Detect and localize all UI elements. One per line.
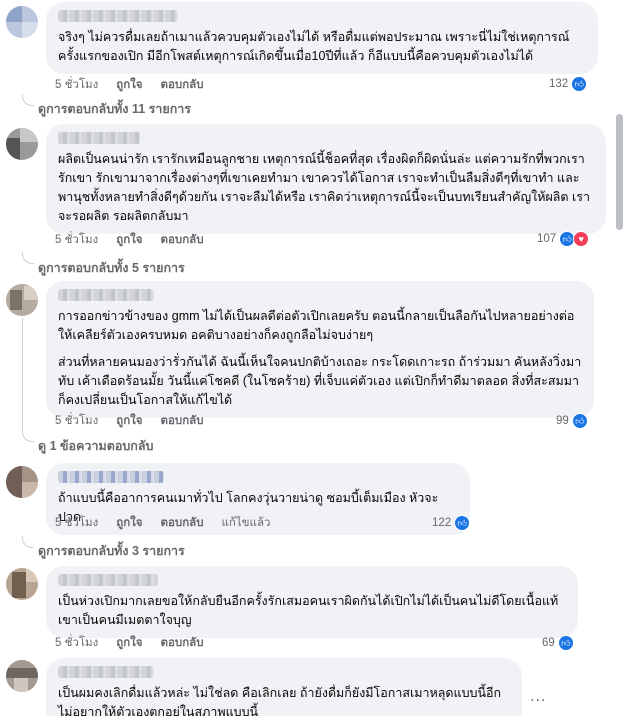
comment-text: จริงๆ ไม่ควรดื่มเลยถ้าเมาแล้วควบคุมตัวเอ… [58,30,570,63]
comment-text: ผลิตเป็นคนน่ารัก เรารักเหมือนลูกชาย เหตุ… [58,152,591,223]
thumbs-up-icon: 👍︎ [557,635,574,651]
avatar[interactable] [6,128,38,160]
view-replies-link[interactable]: ดูการตอบกลับทั้ง 3 รายการ [38,541,185,561]
reaction-count: 69 [542,637,555,649]
author-name[interactable] [58,10,178,22]
reaction-summary[interactable]: 132 👍︎ [549,76,588,92]
more-options-button[interactable]: ... [530,688,546,706]
avatar[interactable] [6,568,38,600]
like-button[interactable]: ถูกใจ [116,634,142,652]
edited-label: แก้ไขแล้ว [221,517,271,529]
comment-text: ส่วนที่หลายคนมองว่ารั่วกันได้ ฉันนี้เห็น… [58,355,582,407]
author-name[interactable] [58,289,154,301]
thumbs-up-icon: 👍︎ [454,515,471,531]
scrollbar[interactable] [616,114,623,230]
avatar[interactable] [6,6,38,38]
replies-label: ดูการตอบกลับทั้ง 5 รายการ [38,261,185,275]
comment-text: เป็นห่วงเปิกมากเลยขอให้กลับยืนอีกครั้งรั… [58,594,559,627]
comment-bubble: ผลิตเป็นคนน่ารัก เรารักเหมือนลูกชาย เหตุ… [46,124,606,234]
timestamp[interactable]: 5 ชั่วโมง [55,412,98,430]
reaction-summary[interactable]: 122 👍︎ [432,515,471,531]
thumbs-up-icon: 👍︎ [571,413,588,429]
author-name[interactable] [58,574,158,586]
reply-button[interactable]: ตอบกลับ [161,231,204,249]
avatar[interactable] [6,466,38,498]
reply-button[interactable]: ตอบกลับ [161,76,204,94]
thread-connector [22,94,34,106]
like-button[interactable]: ถูกใจ [116,412,142,430]
comment-actions: 5 ชั่วโมง ถูกใจ ตอบกลับ [55,77,222,93]
replies-label: ดูการตอบกลับทั้ง 3 รายการ [38,544,185,558]
timestamp[interactable]: 5 ชั่วโมง [55,76,98,94]
replies-label: ดูการตอบกลับทั้ง 11 รายการ [38,102,192,116]
timestamp[interactable]: 5 ชั่วโมง [55,231,98,249]
thread-connector [22,252,34,264]
author-name[interactable] [58,471,164,483]
thread-connector [22,536,34,548]
replies-label: ดู 1 ข้อความตอบกลับ [38,439,154,453]
avatar[interactable] [6,284,38,316]
reaction-summary[interactable]: 69 👍︎ [542,635,574,651]
view-replies-link[interactable]: ดู 1 ข้อความตอบกลับ [38,436,153,456]
reaction-count: 132 [549,78,569,90]
like-button[interactable]: ถูกใจ [116,76,142,94]
comment-text: การออกข่าวข้างของ gmm ไม่ได้เป็นผลดีต่อต… [58,309,575,342]
reaction-count: 107 [537,233,557,245]
reaction-summary[interactable]: 107 👍︎ ♥ [537,231,590,247]
like-button[interactable]: ถูกใจ [116,231,142,249]
like-button[interactable]: ถูกใจ [116,514,142,532]
author-name[interactable] [58,666,154,678]
reaction-summary[interactable]: 99 👍︎ [556,413,588,429]
reaction-count: 122 [432,517,452,529]
comment-actions: 5 ชั่วโมง ถูกใจ ตอบกลับ แก้ไขแล้ว [55,515,288,531]
comment-bubble: เป็นห่วงเปิกมากเลยขอให้กลับยืนอีกครั้งรั… [46,566,578,638]
reply-button[interactable]: ตอบกลับ [161,514,204,532]
heart-icon: ♥ [573,231,590,247]
timestamp[interactable]: 5 ชั่วโมง [55,514,98,532]
avatar[interactable] [6,660,38,692]
comment-text: เป็นผมคงเลิกดื่มแล้วหล่ะ ไม่ใช่ลด คือเลิ… [58,686,502,716]
comment-bubble: การออกข่าวข้างของ gmm ไม่ได้เป็นผลดีต่อต… [46,281,594,418]
reaction-count: 99 [556,415,569,427]
view-replies-link[interactable]: ดูการตอบกลับทั้ง 5 รายการ [38,258,185,278]
comment-actions: 5 ชั่วโมง ถูกใจ ตอบกลับ [55,635,222,651]
thread-line [22,318,23,430]
author-name[interactable] [58,132,140,144]
thumbs-up-icon: 👍︎ [571,76,588,92]
view-replies-link[interactable]: ดูการตอบกลับทั้ง 11 รายการ [38,99,191,119]
comment-actions: 5 ชั่วโมง ถูกใจ ตอบกลับ [55,232,222,248]
comment-actions: 5 ชั่วโมง ถูกใจ ตอบกลับ [55,413,222,429]
timestamp[interactable]: 5 ชั่วโมง [55,634,98,652]
reply-button[interactable]: ตอบกลับ [161,412,204,430]
comment-bubble: จริงๆ ไม่ควรดื่มเลยถ้าเมาแล้วควบคุมตัวเอ… [46,2,598,74]
comment-bubble: เป็นผมคงเลิกดื่มแล้วหล่ะ ไม่ใช่ลด คือเลิ… [46,658,522,716]
thread-connector [22,430,34,442]
reply-button[interactable]: ตอบกลับ [161,634,204,652]
